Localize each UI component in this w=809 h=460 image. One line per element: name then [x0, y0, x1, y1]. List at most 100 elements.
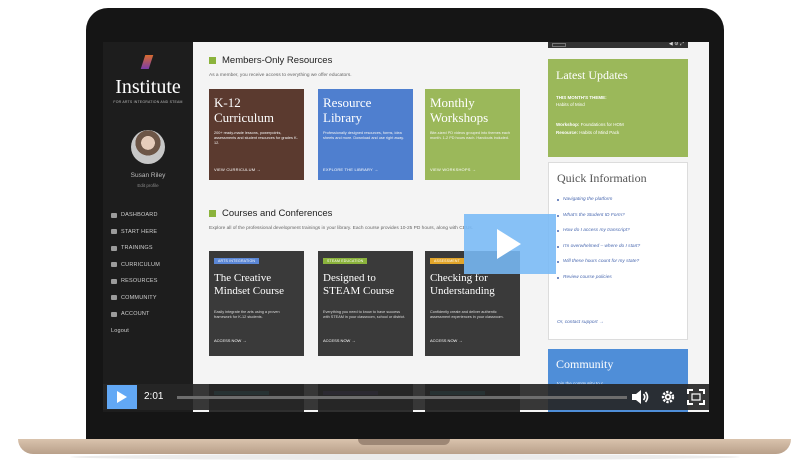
main-content: Members-Only Resources As a member, you …	[193, 42, 709, 412]
bullet-icon	[557, 214, 559, 217]
sidebar-item-account[interactable]: ACCOUNT	[111, 306, 191, 323]
mini-controls-icon[interactable]: ◀ ⚙ ⤢	[669, 42, 684, 47]
quick-info-title: Quick Information	[557, 171, 647, 185]
view-curriculum-link[interactable]: VIEW CURRICULUM →	[214, 167, 261, 172]
edit-profile-link[interactable]: Edit profile	[103, 183, 193, 188]
resources-section-icon	[209, 57, 216, 64]
sidebar: Institute FOR ARTS INTEGRATION AND STEAM…	[103, 42, 193, 412]
monthly-workshops-card[interactable]: Monthly Workshops Bite-sized PD videos g…	[425, 89, 520, 180]
quick-link-label: Review course policies	[563, 274, 612, 280]
sidebar-item-dashboard[interactable]: DASHBOARD	[111, 207, 191, 224]
fullscreen-button[interactable]	[686, 388, 706, 406]
avatar[interactable]	[131, 130, 165, 164]
mini-player: ◀ ⚙ ⤢	[548, 42, 688, 48]
quick-information-panel: Quick Information Navigating the platfor…	[548, 162, 688, 340]
sidebar-item-resources[interactable]: RESOURCES	[111, 273, 191, 290]
play-icon	[117, 391, 127, 403]
card-description: Everything you need to know to have succ…	[323, 310, 406, 319]
sidebar-item-label: Logout	[111, 327, 130, 334]
sidebar-item-trainings[interactable]: TRAININGS	[111, 240, 191, 257]
playback-time: 2:01	[144, 391, 164, 402]
quick-link-policies[interactable]: Review course policies	[557, 275, 685, 291]
card-title: Designed to STEAM Course	[323, 272, 395, 297]
bullet-icon	[557, 230, 559, 232]
resources-title: Members-Only Resources	[222, 55, 333, 66]
card-title: K-12 Curriculum	[214, 95, 274, 125]
workshop-value[interactable]: Foundations for HOM	[581, 122, 624, 127]
sidebar-item-label: RESOURCES	[121, 278, 158, 285]
workshop-label: Workshop:	[556, 122, 580, 127]
courses-heading: Courses and Conferences	[209, 208, 332, 219]
sidebar-item-start-here[interactable]: START HERE	[111, 224, 191, 241]
community-icon	[111, 295, 117, 301]
bullet-icon	[557, 261, 559, 263]
view-workshops-link[interactable]: VIEW WORKSHOPS →	[430, 167, 476, 172]
volume-button[interactable]	[630, 388, 650, 406]
settings-button[interactable]	[658, 388, 678, 406]
sidebar-item-community[interactable]: COMMUNITY	[111, 290, 191, 307]
logo-mark-icon	[140, 55, 154, 69]
card-title: The Creative Mindset Course	[214, 272, 284, 297]
theme-value: Habits of Mind	[556, 102, 585, 107]
category-badge: ASSESSMENT	[430, 258, 464, 264]
quick-link-label: Will these hours count for my state?	[563, 259, 640, 264]
access-now-link[interactable]: ACCESS NOW →	[323, 338, 355, 343]
logo[interactable]: Institute	[103, 76, 193, 99]
progress-bar[interactable]	[177, 396, 627, 399]
updates-title: Latest Updates	[556, 68, 628, 82]
quick-info-list: Navigating the platform What's the Stude…	[557, 197, 685, 290]
start-icon	[111, 229, 117, 235]
curriculum-card[interactable]: K-12 Curriculum 200+ ready-made lessons,…	[209, 89, 304, 180]
sidebar-item-label: TRAININGS	[121, 245, 153, 252]
card-title: Checking for Understanding	[430, 272, 495, 297]
quick-link-navigating[interactable]: Navigating the platform	[557, 197, 685, 213]
play-icon	[497, 229, 521, 259]
bullet-icon	[557, 199, 559, 201]
play-button[interactable]	[107, 385, 137, 409]
resources-description: As a member, you receive access to every…	[209, 73, 352, 78]
sidebar-item-curriculum[interactable]: CURRICULUM	[111, 257, 191, 274]
quick-link-label: What's the Student ID Form?	[563, 212, 625, 218]
quick-link-overwhelmed[interactable]: I'm overwhelmed – where do I start?	[557, 244, 685, 260]
quick-link-label: I'm overwhelmed – where do I start?	[563, 243, 641, 249]
dashboard-icon	[111, 212, 117, 218]
quick-link-student-id[interactable]: What's the Student ID Form?	[557, 213, 685, 229]
account-icon	[111, 311, 117, 317]
resource-value[interactable]: Habits of Mind Pack	[579, 130, 619, 135]
video-play-button[interactable]	[464, 214, 556, 274]
courses-title: Courses and Conferences	[222, 208, 333, 219]
quick-link-hours[interactable]: Will these hours count for my state?	[557, 259, 685, 275]
card-description: Professionally designed resources, forms…	[323, 131, 404, 141]
contact-support-link[interactable]: Or, contact support →	[557, 320, 604, 325]
sidebar-item-label: START HERE	[121, 228, 158, 235]
theme-label: THIS MONTH'S THEME:	[556, 95, 607, 100]
video-control-bar: 2:01	[103, 384, 709, 410]
designed-to-steam-course-card[interactable]: STEAM EDUCATION Designed to STEAM Course…	[318, 251, 413, 356]
gear-icon	[661, 390, 675, 404]
mini-play-button[interactable]	[552, 43, 566, 47]
creative-mindset-course-card[interactable]: ARTS INTEGRATION The Creative Mindset Co…	[209, 251, 304, 356]
bullet-icon	[557, 245, 559, 248]
resources-icon	[111, 278, 117, 284]
resources-heading: Members-Only Resources	[209, 55, 332, 66]
explore-library-link[interactable]: EXPLORE THE LIBRARY →	[323, 167, 378, 172]
volume-icon	[632, 390, 649, 404]
courses-section-icon	[209, 210, 216, 217]
resource-library-card[interactable]: Resource Library Professionally designed…	[318, 89, 413, 180]
quick-link-transcript[interactable]: How do I access my transcript?	[557, 228, 685, 244]
community-title: Community	[556, 357, 614, 371]
sidebar-item-logout[interactable]: Logout	[111, 323, 191, 340]
card-title: Resource Library	[323, 95, 372, 125]
sidebar-item-label: ACCOUNT	[121, 311, 150, 318]
access-now-link[interactable]: ACCESS NOW →	[214, 338, 246, 343]
curriculum-icon	[111, 262, 117, 268]
quick-link-label: How do I access my transcript?	[563, 228, 630, 233]
access-now-link[interactable]: ACCESS NOW →	[430, 338, 462, 343]
laptop-base	[18, 439, 791, 454]
logo-subtitle: FOR ARTS INTEGRATION AND STEAM	[113, 100, 183, 104]
bullet-icon	[557, 276, 559, 279]
category-badge: ARTS INTEGRATION	[214, 258, 260, 264]
card-description: 200+ ready-made lessons, powerpoints, as…	[214, 131, 298, 146]
laptop-notch	[358, 439, 450, 445]
sidebar-item-label: CURRICULUM	[121, 261, 160, 268]
